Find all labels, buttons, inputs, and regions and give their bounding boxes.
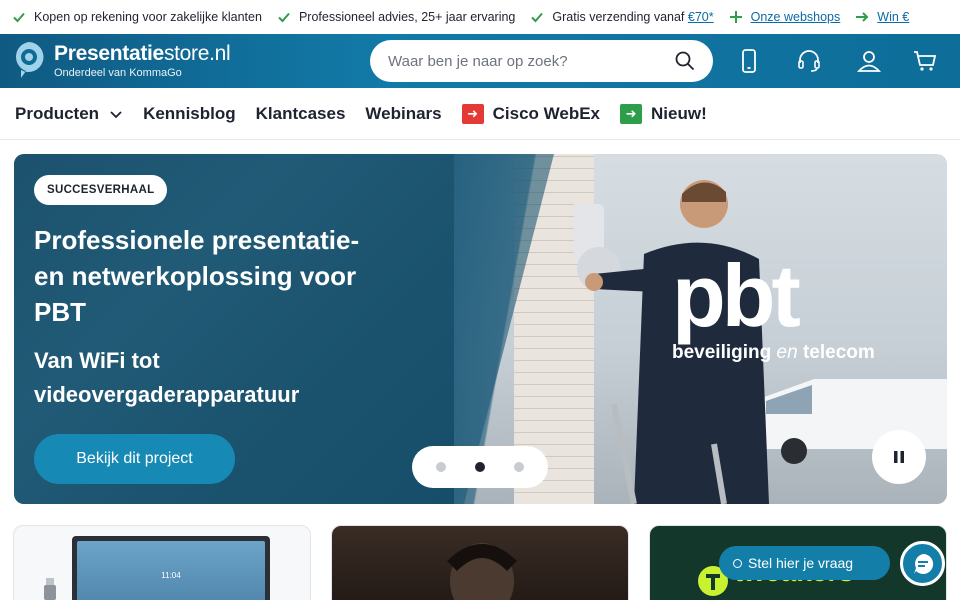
chat-bubble-icon [913,553,933,574]
search-icon[interactable] [675,51,695,71]
usp-item-invoice: Kopen op rekening voor zakelijke klanten [12,10,262,24]
pbt-logo-name: pbt [672,246,801,345]
view-project-button[interactable]: Bekijk dit project [34,434,235,484]
logo-subtitle: Onderdeel van KommaGo [54,66,182,79]
nav-item-nieuw[interactable]: ➜ Nieuw! [620,103,707,124]
plus-icon [729,11,742,23]
win-link[interactable]: Win € [877,10,909,24]
nav-item-producten[interactable]: Producten [15,104,123,124]
usp-text: Kopen op rekening voor zakelijke klanten [34,10,262,24]
chat-button[interactable]: Stel hier je vraag [719,546,890,580]
success-badge: SUCCESVERHAAL [34,175,168,205]
speech-bubble-logo-icon [16,42,44,78]
check-icon [278,12,290,23]
check-icon [531,12,544,23]
pause-icon [894,451,904,463]
carousel-dot-1[interactable] [436,462,447,472]
carousel-dots [412,446,548,488]
nav-item-cisco-webex[interactable]: ➜ Cisco WebEx [461,103,600,124]
shipping-link[interactable]: €70* [688,10,714,24]
search-input[interactable] [388,52,675,70]
webshops-link[interactable]: Onze webshops [751,10,841,24]
check-icon [13,12,25,23]
nav-item-kennisblog[interactable]: Kennisblog [143,104,236,124]
chat-label: Stel hier je vraag [748,555,854,571]
usp-bar: Kopen op rekening voor zakelijke klanten… [0,0,960,34]
carousel-dot-2[interactable] [474,462,485,472]
product-card[interactable]: 11:04 [13,525,311,600]
person-photo [447,543,517,600]
arrow-right-icon [856,12,869,22]
chat-launcher[interactable] [900,541,945,586]
usp-item-webshops[interactable]: Onze webshops [729,10,841,24]
usp-item-win[interactable]: Win € [855,10,909,24]
usb-stick-icon [44,578,56,600]
site-header: Presentatiestore.nl Onderdeel van KommaG… [0,34,960,88]
nav-item-klantcases[interactable]: Klantcases [256,104,346,124]
phone-icon[interactable] [736,48,762,74]
usp-item-advice: Professioneel advies, 25+ jaar ervaring [277,10,515,24]
screen-time: 11:04 [161,571,181,580]
hero-subtitle: Van WiFi tot videovergaderapparatuur [34,348,300,407]
nav-item-webinars[interactable]: Webinars [365,104,441,124]
search-bar[interactable] [370,40,713,82]
arrow-right-icon: ➜ [461,103,484,124]
usp-item-shipping: Gratis verzending vanaf €70* [530,10,714,24]
arrow-right-icon: ➜ [620,103,643,124]
hero-title: Professionele presentatie- en netwerkopl… [34,225,360,327]
usp-text: Professioneel advies, 25+ jaar ervaring [298,10,516,24]
case-card[interactable] [331,525,629,600]
user-icon[interactable] [856,48,882,74]
pbt-logo: pbt beveiliging en telecom [672,252,875,364]
cart-icon[interactable] [912,48,938,74]
main-nav: Producten Kennisblog Klantcases Webinars… [0,88,960,140]
touchscreen-image: 11:04 [72,536,270,600]
carousel-dot-3[interactable] [513,462,524,472]
chat-status-icon [733,558,742,568]
logo-title: Presentatiestore.nl [54,41,231,65]
hero-banner[interactable]: SUCCESVERHAAL Professionele presentatie-… [14,154,947,504]
pbt-logo-tagline: beveiliging en telecom [672,342,875,363]
headset-icon[interactable] [796,48,822,74]
chevron-down-icon [110,110,122,118]
usp-text: Gratis verzending vanaf [552,10,685,24]
pause-button[interactable] [872,430,926,484]
logo[interactable]: Presentatiestore.nl Onderdeel van KommaG… [12,40,231,80]
